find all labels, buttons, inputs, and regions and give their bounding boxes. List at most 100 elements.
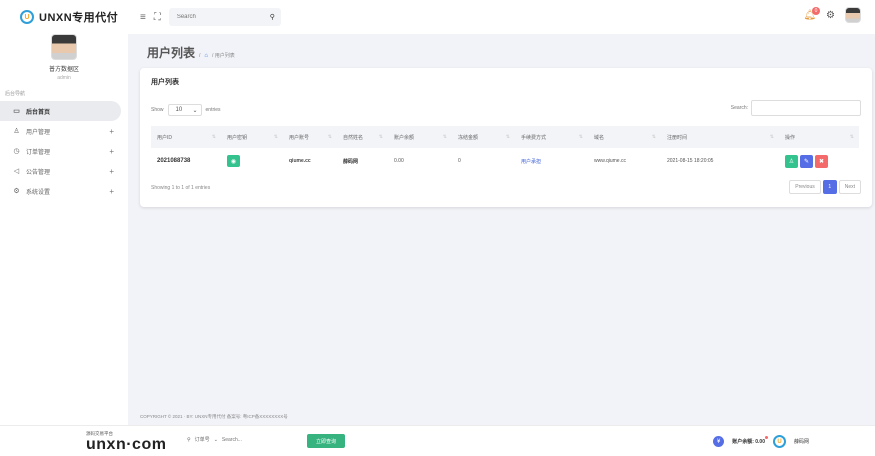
monitor-icon: ▭ [13, 108, 20, 115]
site-logo-icon: U [772, 435, 786, 448]
search-icon[interactable]: ⚲ [270, 13, 275, 21]
pagination: Previous 1 Next [789, 180, 861, 194]
column-header[interactable]: 注册时间 ⇅ [661, 126, 779, 148]
column-header[interactable]: 用户密钥 ⇅ [221, 126, 283, 148]
view-key-button[interactable]: ◉ [227, 155, 240, 167]
topbar: ≡ ⛶ ⚲ 🔔︎ 0 ⚙ [128, 0, 875, 34]
user-list-card: 用户列表 Show 10 ⌄ entries Search: 用户ID ⇅ 用户密… [140, 68, 872, 207]
chevron-down-icon: ⌄ [213, 436, 218, 443]
column-header[interactable]: 手续费方式 ⇅ [515, 126, 588, 148]
logo-mark-icon: U [20, 10, 34, 24]
breadcrumb-separator: / [199, 53, 201, 59]
fee-mode-link[interactable]: 用户承担 [521, 159, 541, 165]
topbar-actions: 🔔︎ 0 ⚙ [803, 6, 861, 23]
sidebar-item-dashboard[interactable]: ▭ 后台首页 [0, 101, 121, 121]
card-title: 用户列表 [151, 79, 179, 86]
notification-icon[interactable]: 🔔︎ 0 [803, 6, 821, 21]
previous-page-button[interactable]: Previous [789, 180, 821, 194]
entries-label: entries [205, 107, 221, 113]
cell-fee-mode: 用户承担 [515, 148, 588, 174]
gear-icon: ⚙ [13, 188, 20, 195]
column-header[interactable]: 操作 ⇅ [779, 126, 859, 148]
sidebar-item-label: 订单管理 [26, 149, 51, 156]
expand-plus-icon: + [109, 146, 114, 156]
bottom-bar: 源码交易平台 unxn·com ⚲ 订单号 ⌄ 立即查询 ¥ 账户余额: 0.0… [0, 425, 875, 456]
sidebar-item-orders[interactable]: ◷ 订单管理 + [0, 141, 128, 161]
entries-control: Show 10 ⌄ entries [151, 104, 221, 116]
search-input[interactable] [176, 14, 257, 20]
order-search: ⚲ 订单号 ⌄ [187, 436, 262, 443]
chevron-down-icon: ⌄ [192, 107, 198, 114]
table-header-row: 用户ID ⇅ 用户密钥 ⇅ 用户账号 ⇅ 自然姓名 ⇅ 账户余额 ⇅ 冻结金额 ⇅ 手续费方… [151, 126, 859, 148]
column-header[interactable]: 冻结金额 ⇅ [452, 126, 515, 148]
brand-name: unxn·com [86, 436, 167, 453]
breadcrumb: / 用户列表 [212, 53, 235, 59]
sidebar: U UNXN专用代付 普方数据区 admin 后台导航 ▭ 后台首页 ♙ 用户管… [0, 0, 128, 425]
search-label: Search: [730, 105, 748, 111]
sidebar-item-label: 公告管理 [26, 169, 51, 176]
table-search: Search: [731, 100, 861, 116]
avatar[interactable] [845, 7, 861, 23]
notification-badge: 0 [812, 6, 821, 15]
cell-account: qiume.cc [289, 158, 311, 164]
app-logo[interactable]: U UNXN专用代付 [0, 0, 128, 34]
bottom-right: ¥ 账户余额: 0.00 U 薛码网 [713, 435, 809, 448]
balance-display: 账户余额: 0.00 [732, 436, 768, 445]
show-label: Show [151, 107, 164, 113]
cell-name: 薛码网 [343, 158, 359, 165]
table-info: Showing 1 to 1 of 1 entries [151, 185, 211, 191]
search-icon: ⚲ [187, 436, 191, 443]
cell-frozen: 0 [458, 158, 461, 164]
query-button[interactable]: 立即查询 [307, 434, 345, 448]
expand-plus-icon: + [109, 186, 114, 196]
top-search: ⚲ [168, 8, 281, 26]
sidebar-item-users[interactable]: ♙ 用户管理 + [0, 121, 128, 141]
expand-plus-icon: + [109, 166, 114, 176]
edit-button[interactable]: ✎ [800, 154, 813, 168]
column-header[interactable]: 用户ID ⇅ [151, 126, 221, 148]
site-name[interactable]: 薛码网 [794, 438, 809, 445]
fullscreen-icon[interactable]: ⛶ [154, 12, 161, 23]
page-header: 用户列表 / ⌂ / 用户列表 [147, 44, 235, 61]
sidebar-item-label: 用户管理 [26, 129, 51, 136]
order-icon: ◷ [13, 148, 20, 155]
cell-domain: www.qiume.cc [594, 158, 626, 164]
delete-button[interactable]: ✖ [815, 154, 828, 168]
next-page-button[interactable]: Next [838, 180, 861, 194]
user-detail-button[interactable]: ♙ [785, 154, 798, 168]
speaker-icon: ◁ [13, 168, 20, 175]
cell-actions: ♙ ✎ ✖ [779, 148, 859, 174]
brand-logo[interactable]: 源码交易平台 unxn·com [86, 431, 166, 453]
menu-toggle-icon[interactable]: ≡ [140, 12, 146, 23]
copyright-footer: COPYRIGHT © 2021 · BY: UNXN专用代付 备案号: 粤IC… [140, 414, 288, 419]
table-search-input[interactable] [751, 100, 861, 116]
app-title: UNXN专用代付 [39, 12, 119, 24]
nav-section-label: 后台导航 [5, 91, 26, 97]
entries-select[interactable]: 10 ⌄ [167, 104, 202, 116]
filter-select[interactable]: 订单号 [195, 436, 210, 443]
sidebar-item-settings[interactable]: ⚙ 系统设置 + [0, 181, 128, 201]
profile-name: 普方数据区 [48, 67, 79, 73]
cell-registered: 2021-08-15 18:20:05 [667, 158, 714, 164]
sidebar-item-label: 系统设置 [26, 189, 51, 196]
column-header[interactable]: 用户账号 ⇅ [283, 126, 337, 148]
sidebar-item-label: 后台首页 [26, 109, 51, 116]
page-1-button[interactable]: 1 [822, 180, 837, 194]
page-title: 用户列表 [147, 46, 196, 60]
cell-uid: 2021088738 [157, 158, 191, 164]
user-profile: 普方数据区 admin [0, 34, 128, 81]
column-header[interactable]: 账户余额 ⇅ [388, 126, 452, 148]
settings-gear-icon[interactable]: ⚙ [826, 10, 835, 21]
entries-value: 10 [175, 107, 183, 113]
yen-icon: ¥ [713, 436, 725, 447]
user-icon: ♙ [13, 128, 20, 135]
home-icon[interactable]: ⌂ [204, 53, 208, 59]
cell-balance: 0.00 [394, 158, 404, 164]
table-row: 2021088738 ◉ qiume.cc 薛码网 0.00 0 用户承担 ww… [151, 148, 859, 174]
sidebar-item-announcements[interactable]: ◁ 公告管理 + [0, 161, 128, 181]
expand-plus-icon: + [109, 126, 114, 136]
avatar[interactable] [51, 34, 77, 60]
column-header[interactable]: 自然姓名 ⇅ [337, 126, 388, 148]
order-search-input[interactable] [221, 436, 262, 443]
column-header[interactable]: 域名 ⇅ [588, 126, 661, 148]
